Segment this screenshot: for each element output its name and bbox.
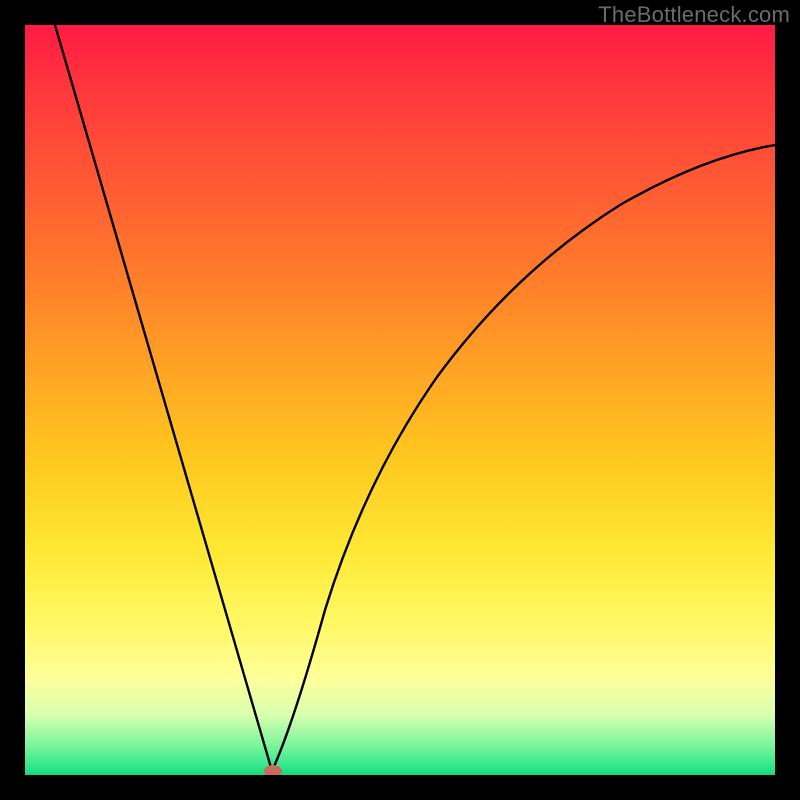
watermark-text: TheBottleneck.com — [598, 2, 790, 28]
chart-frame: TheBottleneck.com — [0, 0, 800, 800]
optimal-point-marker — [264, 765, 282, 775]
plot-area — [25, 25, 775, 775]
curve-right-branch — [272, 145, 775, 771]
curve-left-branch — [55, 25, 272, 771]
bottleneck-curve — [25, 25, 775, 775]
